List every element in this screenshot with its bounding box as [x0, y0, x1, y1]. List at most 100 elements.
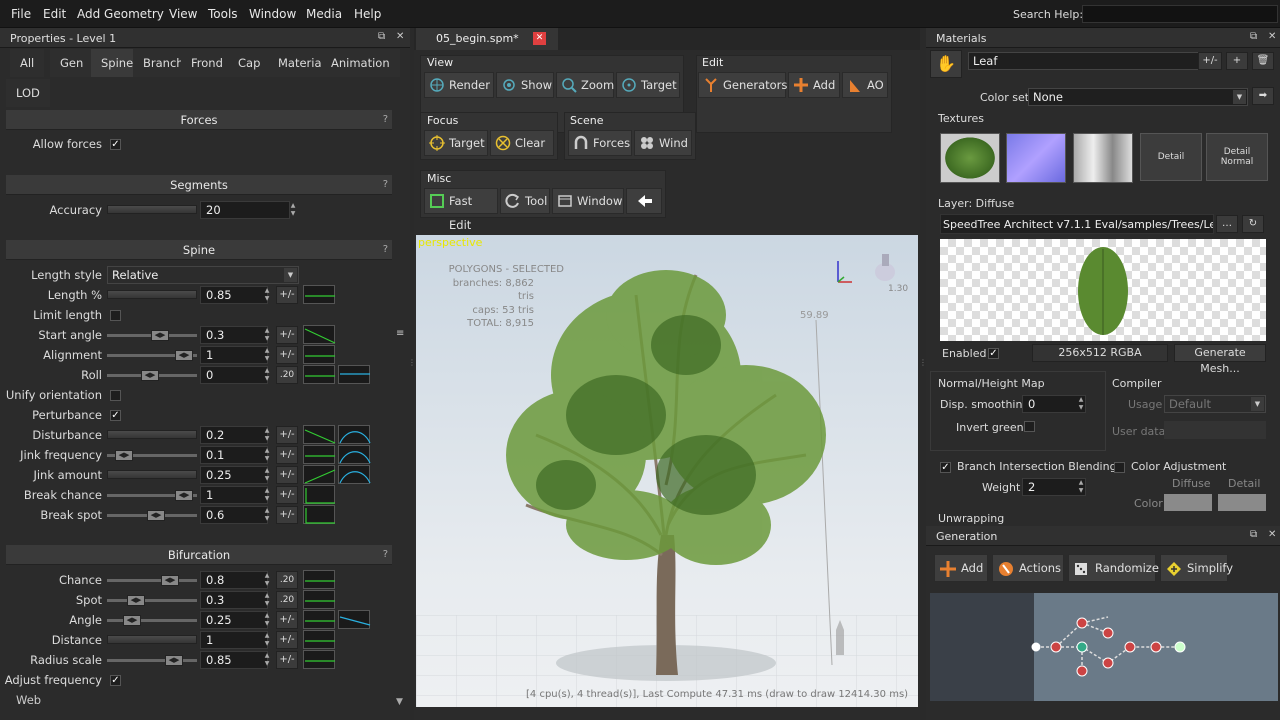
- scroll-grip-icon[interactable]: ≡: [396, 328, 404, 339]
- angle-slider[interactable]: ◀▶: [107, 615, 197, 626]
- float-icon[interactable]: ⧉: [1250, 529, 1257, 540]
- length-plusminus-button[interactable]: +/-: [276, 286, 298, 304]
- spin-icon[interactable]: ▲ ▼: [262, 612, 272, 630]
- slider-handle-icon[interactable]: ◀▶: [127, 595, 145, 606]
- help-icon[interactable]: ?: [383, 545, 388, 565]
- slider-handle-icon[interactable]: ◀▶: [115, 450, 133, 461]
- length-field[interactable]: 0.85: [200, 286, 268, 304]
- limit-length-checkbox[interactable]: [110, 310, 121, 321]
- disturbance-plusminus-button[interactable]: +/-: [276, 426, 298, 444]
- chance-field[interactable]: 0.8: [200, 571, 268, 589]
- radius-scale-plusminus-button[interactable]: +/-: [276, 651, 298, 669]
- close-icon[interactable]: ✕: [396, 31, 404, 42]
- float-icon[interactable]: ⧉: [1250, 31, 1257, 42]
- tab-all[interactable]: All: [10, 49, 45, 77]
- generator-graph[interactable]: [930, 593, 1278, 701]
- roll-slider[interactable]: ◀▶: [107, 370, 197, 381]
- splitter-grip-icon[interactable]: ⋮: [408, 358, 416, 367]
- spine-header[interactable]: Spine?: [6, 240, 392, 260]
- close-icon[interactable]: ✕: [1268, 529, 1276, 540]
- simplify-button[interactable]: Simplify: [1160, 554, 1233, 582]
- forces-header[interactable]: Forces?: [6, 110, 392, 130]
- forces-button[interactable]: Forces: [568, 130, 632, 156]
- jink-amount-plusminus-button[interactable]: +/-: [276, 466, 298, 484]
- 3d-viewport[interactable]: perspective POLYGONS - SELECTED branches…: [416, 235, 918, 707]
- roll-random-button[interactable]: .20: [276, 366, 298, 384]
- segments-header[interactable]: Segments?: [6, 175, 392, 195]
- allow-forces-checkbox[interactable]: ✓: [110, 139, 121, 150]
- distance-curve[interactable]: [303, 630, 335, 649]
- radius-scale-field[interactable]: 0.85: [200, 651, 268, 669]
- menu-edit[interactable]: Edit: [43, 7, 66, 21]
- accuracy-slider[interactable]: [107, 205, 197, 214]
- spin-icon[interactable]: ▲ ▼: [262, 572, 272, 590]
- slider-handle-icon[interactable]: ◀▶: [141, 370, 159, 381]
- chance-curve[interactable]: [303, 570, 335, 589]
- tab-gen[interactable]: Gen: [50, 49, 94, 77]
- jink-frequency-curve-2[interactable]: [338, 445, 371, 464]
- material-plusminus-button[interactable]: +/-: [1198, 52, 1222, 70]
- length-style-select[interactable]: Relative ▼: [107, 266, 299, 284]
- tab-frond[interactable]: Frond: [181, 49, 233, 77]
- scroll-down-icon[interactable]: ▼: [396, 697, 403, 707]
- menu-help[interactable]: Help: [354, 7, 381, 21]
- spin-icon[interactable]: ▲ ▼: [262, 487, 272, 505]
- spin-icon[interactable]: ▲ ▼: [262, 287, 272, 305]
- slider-handle-icon[interactable]: ◀▶: [151, 330, 169, 341]
- spin-icon[interactable]: ▲ ▼: [288, 202, 298, 220]
- spin-icon[interactable]: ▲ ▼: [262, 327, 272, 345]
- diffuse-color-swatch[interactable]: [1164, 494, 1212, 511]
- slider-handle-icon[interactable]: ◀▶: [147, 510, 165, 521]
- spin-icon[interactable]: ▲ ▼: [1076, 479, 1086, 497]
- break-spot-plusminus-button[interactable]: +/-: [276, 506, 298, 524]
- edit-add-button[interactable]: Add: [788, 72, 840, 98]
- color-set-arrow-button[interactable]: ➡: [1252, 87, 1274, 105]
- spin-icon[interactable]: ▲ ▼: [262, 447, 272, 465]
- disturbance-curve[interactable]: [303, 425, 336, 444]
- spin-icon[interactable]: ▲ ▼: [262, 507, 272, 525]
- browse-button[interactable]: …: [1216, 215, 1238, 233]
- length-curve[interactable]: [303, 285, 335, 304]
- color-set-select[interactable]: None ▼: [1028, 88, 1248, 106]
- wind-button[interactable]: Wind: [634, 130, 692, 156]
- start-angle-curve[interactable]: [303, 325, 336, 344]
- slider-handle-icon[interactable]: ◀▶: [165, 655, 183, 666]
- menu-view[interactable]: View: [169, 7, 197, 21]
- refresh-icon[interactable]: ↻: [1242, 215, 1264, 233]
- chance-slider[interactable]: ◀▶: [107, 575, 197, 586]
- disturbance-curve-2[interactable]: [338, 425, 371, 444]
- randomize-button[interactable]: Randomize: [1068, 554, 1159, 582]
- angle-field[interactable]: 0.25: [200, 611, 268, 629]
- break-spot-slider[interactable]: ◀▶: [107, 510, 197, 521]
- window-button[interactable]: Window: [552, 188, 624, 214]
- chance-random-button[interactable]: .20: [276, 571, 298, 589]
- normal-texture-thumb[interactable]: [1006, 133, 1066, 183]
- user-data-field[interactable]: [1164, 421, 1266, 439]
- generate-mesh-button[interactable]: Generate Mesh...: [1174, 344, 1266, 375]
- tab-animation[interactable]: Animation: [321, 49, 400, 77]
- break-chance-curve[interactable]: [303, 485, 335, 504]
- add-material-button[interactable]: +: [1226, 52, 1248, 70]
- spot-curve[interactable]: [303, 590, 335, 609]
- menu-tools[interactable]: Tools: [208, 7, 238, 21]
- radius-scale-slider[interactable]: ◀▶: [107, 655, 197, 666]
- alignment-field[interactable]: 1: [200, 346, 268, 364]
- slider-handle-icon[interactable]: ◀▶: [175, 350, 193, 361]
- bifurcation-header[interactable]: Bifurcation?: [6, 545, 392, 565]
- angle-plusminus-button[interactable]: +/-: [276, 611, 298, 629]
- float-icon[interactable]: ⧉: [378, 31, 385, 42]
- close-tab-icon[interactable]: ✕: [533, 32, 546, 45]
- radius-scale-curve[interactable]: [303, 650, 335, 669]
- ao-button[interactable]: AO: [842, 72, 888, 98]
- break-chance-field[interactable]: 1: [200, 486, 268, 504]
- disturbance-slider[interactable]: [107, 430, 197, 439]
- close-icon[interactable]: ✕: [1268, 31, 1276, 42]
- tab-cap[interactable]: Cap: [228, 49, 271, 77]
- slider-handle-icon[interactable]: ◀▶: [161, 575, 179, 586]
- branch-blend-checkbox[interactable]: ✓: [940, 462, 951, 473]
- accuracy-field[interactable]: 20: [200, 201, 290, 219]
- spin-icon[interactable]: ▲ ▼: [262, 367, 272, 385]
- spot-slider[interactable]: ◀▶: [107, 595, 197, 606]
- roll-field[interactable]: 0: [200, 366, 268, 384]
- jink-frequency-plusminus-button[interactable]: +/-: [276, 446, 298, 464]
